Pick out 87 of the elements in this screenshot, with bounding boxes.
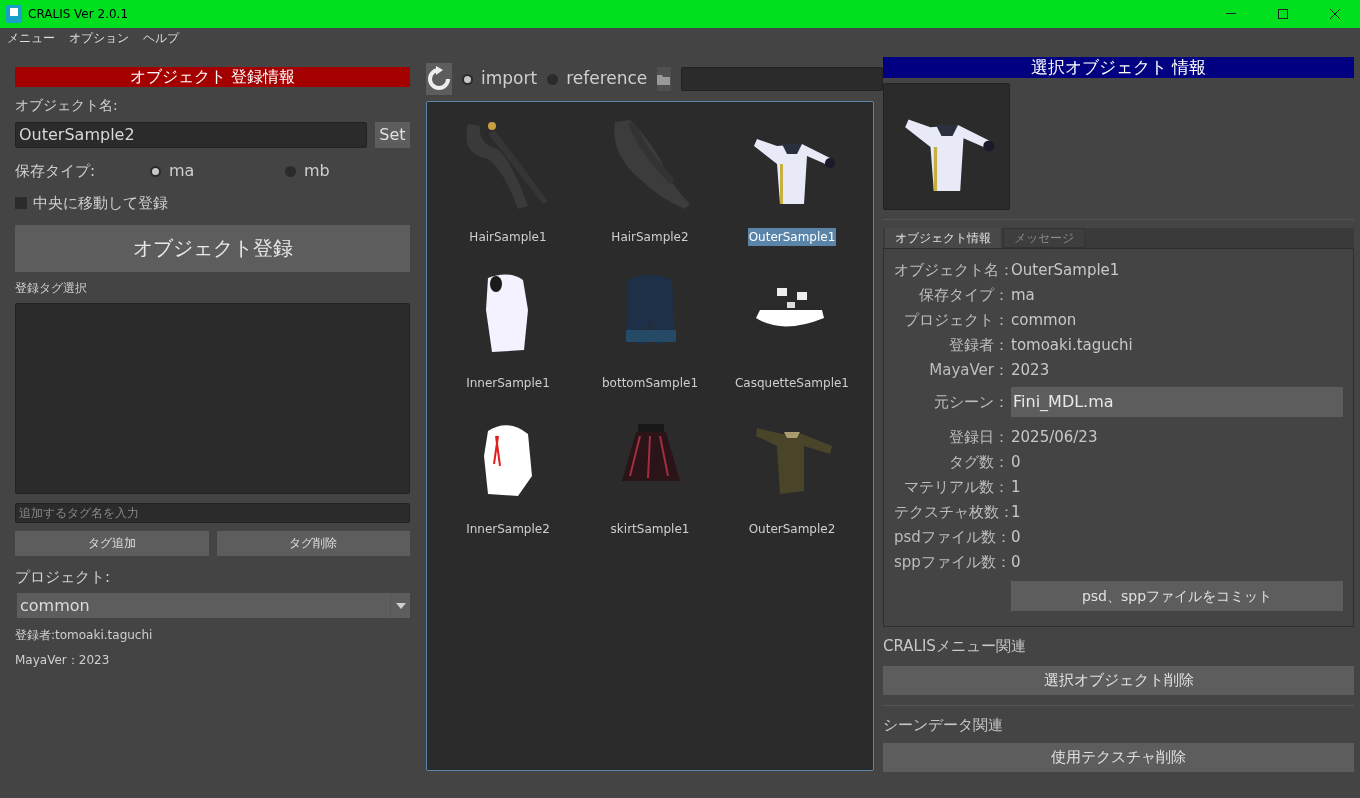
info-value: 1 <box>1011 477 1021 499</box>
section-label: シーンデータ関連 <box>883 714 1004 736</box>
project-dropdown[interactable]: common <box>17 593 410 618</box>
info-label: psdファイル数： <box>894 527 1009 549</box>
info-label: マテリアル数： <box>903 477 1009 499</box>
asset-tile[interactable]: InnerSample2 <box>437 406 579 550</box>
path-field[interactable] <box>681 67 884 91</box>
info-value: ma <box>1011 285 1035 307</box>
asset-name: bottomSample1 <box>601 375 699 392</box>
set-button[interactable]: Set <box>375 122 410 148</box>
info-value: common <box>1011 310 1077 332</box>
info-label: MayaVer： <box>928 360 1009 382</box>
tag-button[interactable]: タグ追加 <box>15 530 209 556</box>
minimize-icon[interactable] <box>1226 13 1236 15</box>
tab[interactable]: オブジェクト情報 <box>885 228 1001 248</box>
asset-tile[interactable]: OuterSample2 <box>721 406 863 550</box>
delete-texture-button[interactable]: 使用テクスチャ削除 <box>883 743 1354 772</box>
app-icon <box>6 5 22 23</box>
info-value: 2025/06/23 <box>1011 427 1098 449</box>
asset-tile[interactable]: HairSample1 <box>437 114 579 258</box>
register-button[interactable]: オブジェクト登録 <box>15 224 410 272</box>
field-label: 保存タイプ: <box>15 160 97 182</box>
menu-item[interactable]: オプション <box>69 29 129 47</box>
radio-button[interactable] <box>547 73 559 85</box>
name-field[interactable]: OuterSample2 <box>15 122 367 148</box>
tag-input-field[interactable]: 追加するタグ名を入力 <box>15 502 410 523</box>
radio-label: reference <box>566 67 648 91</box>
radio-label: import <box>481 67 538 91</box>
folder-button[interactable] <box>657 67 672 91</box>
info-label: 元シーン： <box>933 391 1009 413</box>
asset-tile[interactable]: CasquetteSample1 <box>721 260 863 404</box>
info-value: 0 <box>1011 552 1021 574</box>
info-label: 登録者： <box>948 335 1009 357</box>
asset-tile[interactable]: HairSample2 <box>579 114 721 258</box>
menu-item[interactable]: メニュー <box>7 29 55 47</box>
info-value: 0 <box>1011 452 1021 474</box>
commit-button[interactable]: psd、sppファイルをコミット <box>1011 581 1343 611</box>
info-value: OuterSample1 <box>1011 260 1120 282</box>
asset-name: OuterSample1 <box>747 228 837 246</box>
field-label: 登録タグ選択 <box>15 279 88 297</box>
info-label: sppファイル数： <box>894 552 1009 574</box>
asset-tile[interactable]: skirtSample1 <box>579 406 721 550</box>
info-value: tomoaki.taguchi <box>1011 335 1133 357</box>
info-label: 登録日： <box>948 427 1009 449</box>
radio-label: ma <box>169 160 195 182</box>
refresh-icon <box>426 66 452 92</box>
caret-icon <box>395 602 406 609</box>
info-label: 保存タイプ： <box>918 285 1009 307</box>
menu-item[interactable]: ヘルプ <box>143 29 179 47</box>
asset-name: InnerSample1 <box>465 375 551 392</box>
registrant-text: 登録者:tomoaki.taguchi <box>15 627 154 644</box>
maximize-icon[interactable] <box>1278 9 1288 19</box>
info-value: 0 <box>1011 527 1021 549</box>
asset-name: HairSample2 <box>610 229 690 246</box>
info-label: プロジェクト： <box>903 310 1009 332</box>
window-title: CRALIS Ver 2.0.1 <box>28 6 130 23</box>
radio-button[interactable] <box>285 165 296 177</box>
info-label: タグ数： <box>948 452 1009 474</box>
asset-tile[interactable]: OuterSample1 <box>721 114 863 258</box>
asset-tile[interactable]: bottomSample1 <box>579 260 721 404</box>
radio-button[interactable] <box>150 165 161 177</box>
field-label: プロジェクト: <box>15 566 112 588</box>
asset-name: HairSample1 <box>468 229 548 246</box>
close-icon[interactable] <box>1330 9 1340 19</box>
info-value: 2023 <box>1011 360 1050 382</box>
radio-label: mb <box>304 160 330 182</box>
asset-name: CasquetteSample1 <box>734 375 850 392</box>
checkbox[interactable] <box>15 197 27 210</box>
section-header: オブジェクト 登録情報 <box>15 67 410 87</box>
radio-button[interactable] <box>462 73 473 85</box>
checkbox-label: 中央に移動して登録 <box>33 193 168 214</box>
maya-version-text: MayaVer：2023 <box>15 652 111 669</box>
section-header: 選択オブジェクト 情報 <box>883 57 1354 78</box>
scene-field[interactable]: Fini_MDL.ma <box>1011 387 1343 417</box>
info-label: テクスチャ枚数： <box>894 502 1009 524</box>
asset-tile[interactable]: InnerSample1 <box>437 260 579 404</box>
asset-name: InnerSample2 <box>465 521 551 538</box>
delete-object-button[interactable]: 選択オブジェクト削除 <box>883 665 1354 695</box>
asset-name: skirtSample1 <box>609 521 691 538</box>
info-label: オブジェクト名： <box>894 260 1009 282</box>
asset-name: OuterSample2 <box>747 521 837 538</box>
tag-button[interactable]: タグ削除 <box>216 530 410 556</box>
folder-icon <box>657 73 672 85</box>
section-label: CRALISメニュー関連 <box>883 636 1027 657</box>
refresh-button[interactable] <box>426 63 452 95</box>
info-value: 1 <box>1011 502 1021 524</box>
field-label: オブジェクト名: <box>15 96 119 115</box>
